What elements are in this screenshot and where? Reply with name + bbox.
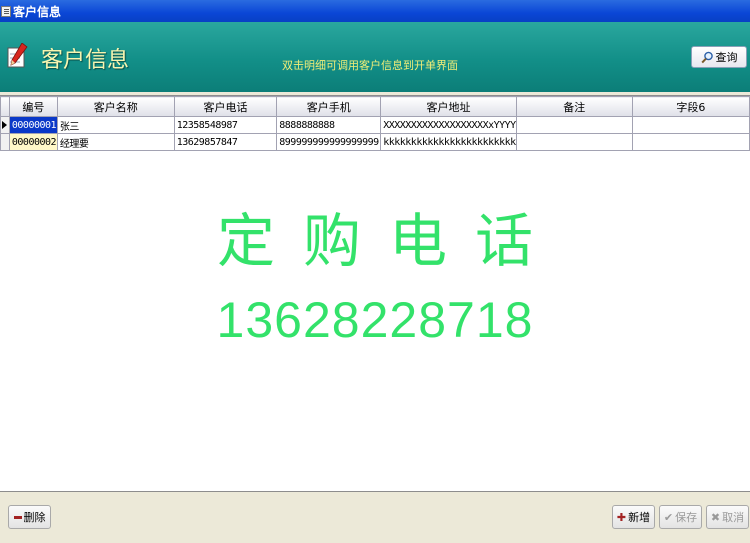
customer-table: 编号 客户名称 客户电话 客户手机 客户地址 备注 字段6 00000001 张… xyxy=(0,96,750,151)
current-row-arrow-icon xyxy=(2,120,8,129)
query-button[interactable]: 查询 xyxy=(691,46,747,68)
cell-remark[interactable] xyxy=(515,116,633,134)
header-row: 编号 客户名称 客户电话 客户手机 客户地址 备注 字段6 xyxy=(0,96,750,117)
row-indicator xyxy=(0,116,10,134)
save-button[interactable]: ✔ 保存 xyxy=(659,505,702,529)
customer-grid[interactable]: 编号 客户名称 客户电话 客户手机 客户地址 备注 字段6 00000001 张… xyxy=(0,95,750,492)
x-icon: ✖ xyxy=(710,510,721,524)
column-header-code[interactable]: 编号 xyxy=(8,96,58,117)
add-button[interactable]: ✚ 新增 xyxy=(612,505,655,529)
title-bar: 客户信息 xyxy=(0,0,750,22)
page-title: 客户信息 xyxy=(41,48,130,73)
cell-field6[interactable] xyxy=(631,116,750,134)
hint-text: 双击明细可调用客户信息到开单界面 xyxy=(282,59,458,72)
cell-mobile[interactable]: 899999999999999999 xyxy=(276,133,382,151)
column-header-phone[interactable]: 客户电话 xyxy=(173,96,278,117)
header-banner: 客户信息 双击明细可调用客户信息到开单界面 查询 xyxy=(0,22,750,92)
promo-phone-number: 13628228718 xyxy=(216,292,534,348)
cancel-label: 取消 xyxy=(722,511,745,524)
cell-remark[interactable] xyxy=(515,133,633,151)
delete-label: 删除 xyxy=(23,511,46,524)
table-row[interactable]: 00000001 张三 12358548987 8888888888 XXXXX… xyxy=(0,116,750,134)
cell-mobile[interactable]: 8888888888 xyxy=(276,116,382,134)
save-label: 保存 xyxy=(675,511,698,524)
cancel-button[interactable]: ✖ 取消 xyxy=(706,505,749,529)
delete-button[interactable]: 删除 xyxy=(8,505,51,529)
column-header-remark[interactable]: 备注 xyxy=(515,96,633,117)
column-header-name[interactable]: 客户名称 xyxy=(56,96,175,117)
cell-code[interactable]: 00000001 xyxy=(8,116,58,134)
cell-name[interactable]: 经理要 xyxy=(56,133,175,151)
promo-heading: 定购电话 xyxy=(216,207,561,275)
magnifier-icon xyxy=(700,51,713,63)
cell-address[interactable]: kkkkkkkkkkkkkkkkkkkkkkkk xyxy=(380,133,517,151)
check-icon: ✔ xyxy=(663,510,674,524)
minus-icon xyxy=(13,515,22,519)
indicator-header xyxy=(0,96,10,117)
cell-name[interactable]: 张三 xyxy=(56,116,175,134)
window-title: 客户信息 xyxy=(13,4,62,19)
row-indicator xyxy=(0,133,10,151)
cell-phone[interactable]: 12358548987 xyxy=(173,116,278,134)
cell-field6[interactable] xyxy=(631,133,750,151)
column-header-field6[interactable]: 字段6 xyxy=(631,96,750,117)
query-label: 查询 xyxy=(715,51,738,64)
table-row[interactable]: 00000002 经理要 13629857847 899999999999999… xyxy=(0,133,750,151)
add-label: 新增 xyxy=(628,511,651,524)
column-header-mobile[interactable]: 客户手机 xyxy=(276,96,382,117)
cell-phone[interactable]: 13629857847 xyxy=(173,133,278,151)
cell-address[interactable]: XXXXXXXXXXXXXXXXXXXxYYYY xyxy=(380,116,517,134)
pencil-notepad-icon xyxy=(7,43,28,68)
plus-icon: ✚ xyxy=(616,510,627,524)
cell-code[interactable]: 00000002 xyxy=(8,133,58,151)
window-icon xyxy=(1,5,11,17)
column-header-address[interactable]: 客户地址 xyxy=(380,96,517,117)
